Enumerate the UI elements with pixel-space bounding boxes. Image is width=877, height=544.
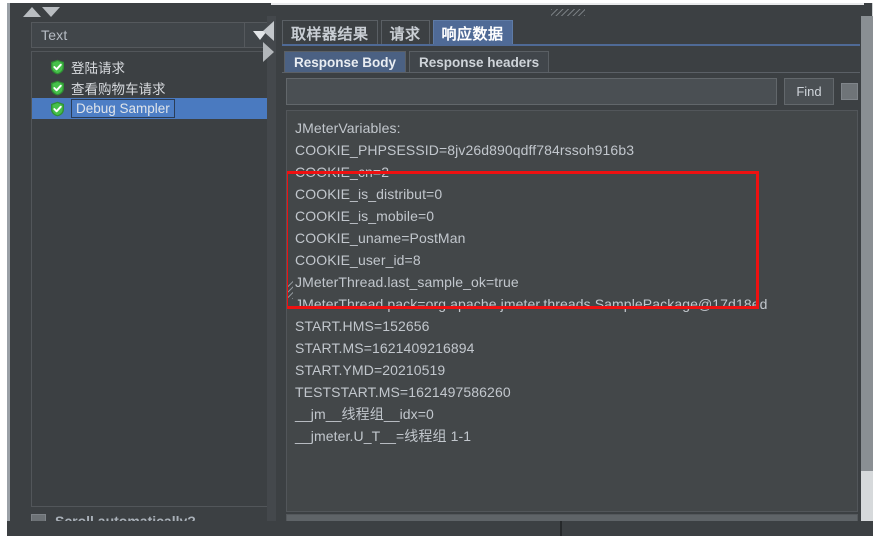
tree-item-2-selected[interactable]: Debug Sampler: [32, 98, 274, 119]
split-pane-grip-icon[interactable]: [550, 9, 585, 16]
resize-grip-icon[interactable]: [287, 281, 293, 299]
tree-item-0[interactable]: 登陆请求: [32, 56, 274, 77]
jmeter-window: Text 登陆请求 查看购物车请求 Debug Sampler 取样器结果 请求…: [0, 0, 877, 544]
response-body-output[interactable]: JMeterVariables: COOKIE_PHPSESSID=8jv26d…: [286, 110, 858, 512]
horizontal-splitter[interactable]: [271, 3, 864, 16]
tree-item-label: 登陆请求: [71, 60, 125, 76]
green-shield-check-icon: [50, 59, 65, 75]
tabs-underline: [282, 44, 860, 46]
tree-item-label: Debug Sampler: [71, 99, 175, 118]
output-line: COOKIE_is_mobile=0: [295, 208, 435, 224]
output-line: __jmeter.U_T__=线程组 1-1: [295, 428, 472, 444]
output-line: START.YMD=20210519: [295, 362, 446, 378]
vertical-splitter[interactable]: [263, 16, 276, 533]
subtabs-underline: [282, 72, 860, 73]
tab-response-data[interactable]: 响应数据: [432, 20, 513, 45]
output-line: START.MS=1621409216894: [295, 340, 475, 356]
find-case-checkbox[interactable]: [841, 82, 858, 100]
find-bar: Find: [286, 76, 858, 106]
result-tabs[interactable]: 取样器结果 请求 响应数据: [282, 18, 513, 45]
output-line: COOKIE_user_id=8: [295, 252, 421, 268]
find-input[interactable]: [286, 77, 777, 105]
page-margin-left: [0, 0, 7, 544]
output-line: COOKIE_PHPSESSID=8jv26d890qdff784rssoh91…: [295, 142, 635, 158]
subtab-response-headers[interactable]: Response headers: [409, 51, 550, 73]
output-line: COOKIE_cn=2: [295, 164, 390, 180]
format-combo-value: Text: [41, 27, 68, 43]
triangle-down-icon[interactable]: [42, 6, 60, 17]
output-line: JMeterThread.pack=org.apache.jmeter.thre…: [295, 296, 768, 312]
subtab-response-body[interactable]: Response Body: [284, 51, 407, 73]
output-line: TESTSTART.MS=1621497586260: [295, 384, 511, 400]
format-combo[interactable]: Text: [31, 22, 275, 48]
page-vertical-scrollbar[interactable]: [861, 16, 873, 533]
page-margin-right: [873, 0, 877, 544]
tab-sampler-result[interactable]: 取样器结果: [282, 20, 378, 45]
find-button[interactable]: Find: [784, 77, 834, 105]
output-line: COOKIE_is_distribut=0: [295, 186, 443, 202]
status-bar-right: [562, 521, 873, 536]
response-body-lines: JMeterVariables: COOKIE_PHPSESSID=8jv26d…: [287, 111, 857, 511]
tree-item-1[interactable]: 查看购物车请求: [32, 77, 274, 98]
triangle-up-icon[interactable]: [23, 6, 41, 17]
output-line: START.HMS=152656: [295, 318, 430, 334]
green-shield-check-icon: [50, 101, 65, 117]
status-bar-left: [7, 521, 562, 536]
page-margin-top: [0, 0, 877, 3]
right-panel: 取样器结果 请求 响应数据 Response Body Response hea…: [276, 16, 864, 533]
splitter-collapse-arrows[interactable]: [263, 21, 277, 63]
triangle-left-icon[interactable]: [263, 21, 274, 41]
tree-item-label: 查看购物车请求: [71, 81, 166, 97]
page-scrollbar-thumb[interactable]: [861, 16, 873, 471]
sort-arrows[interactable]: [23, 5, 63, 18]
tab-request[interactable]: 请求: [380, 20, 430, 45]
page-margin-bottom: [0, 536, 877, 544]
output-line: COOKIE_uname=PostMan: [295, 230, 466, 246]
status-bar: [7, 521, 873, 536]
left-panel: Text 登陆请求 查看购物车请求 Debug Sampler: [10, 3, 275, 533]
output-line: JMeterVariables:: [295, 120, 401, 136]
sampler-result-tree[interactable]: 登陆请求 查看购物车请求 Debug Sampler: [31, 51, 275, 507]
green-shield-check-icon: [50, 80, 65, 96]
response-subtabs[interactable]: Response Body Response headers: [284, 49, 550, 73]
output-line: JMeterThread.last_sample_ok=true: [295, 274, 519, 290]
triangle-right-icon[interactable]: [263, 42, 274, 62]
output-line: __jm__线程组__idx=0: [295, 406, 434, 422]
